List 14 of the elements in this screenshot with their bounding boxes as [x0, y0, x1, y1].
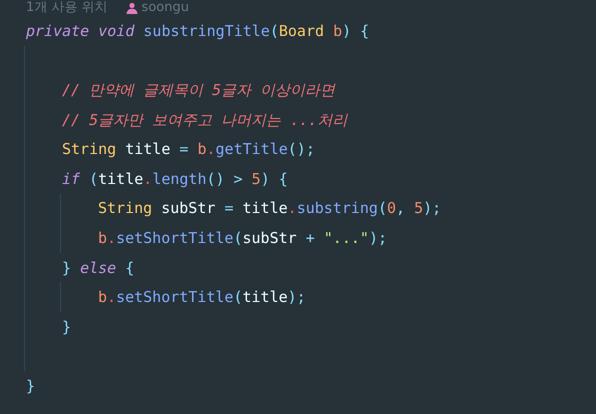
code-line: String title = b.getTitle(); — [62, 140, 315, 158]
usages-hint[interactable]: 1개 사용 위치 — [26, 0, 108, 16]
code-line: } — [62, 318, 72, 336]
code-line: b.setShortTitle(subStr + "..."); — [98, 228, 387, 247]
person-icon — [126, 2, 138, 14]
code-line: if (title.length() > 5) { — [62, 170, 288, 188]
code-line: private void substringTitle(Board b) { — [26, 22, 370, 40]
code-line: } else { — [62, 258, 134, 277]
code-line: // 5글자만 보여주고 나머지는 ...처리 — [62, 110, 348, 129]
code-line: // 만약에 글제목이 5글자 이상이라면 — [62, 80, 336, 99]
author-hint[interactable]: soongu — [142, 0, 189, 16]
code-line: String subStr = title.substring(0, 5); — [98, 199, 442, 218]
code-line: } — [26, 376, 36, 395]
code-line: b.setShortTitle(title); — [98, 288, 306, 306]
